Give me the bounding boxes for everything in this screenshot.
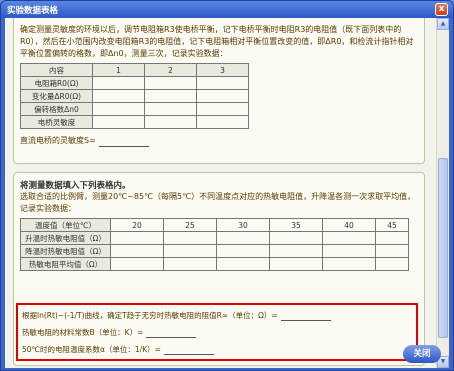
row-label: 热敏电阻平均值（Ω）: [20, 257, 111, 271]
input-cell[interactable]: [110, 244, 164, 258]
input-cell[interactable]: [196, 102, 249, 116]
input-cell[interactable]: [163, 244, 217, 258]
input-cell[interactable]: [144, 115, 197, 129]
input-cell[interactable]: [375, 231, 409, 245]
scroll-up-icon[interactable]: ▲: [437, 18, 449, 30]
table-header-cell: 25: [163, 218, 217, 232]
table-header-cell: 30: [216, 218, 270, 232]
sensitivity-panel: 确定测量灵敏度的环境以后，调节电阻箱R3使电桥平衡，记下电桥平衡时电阻R3的电阻…: [13, 18, 425, 164]
thermistor-instructions: 选取合适的比例臂，测量20℃~85℃（每隔5℃）不同温度点对应的热敏电阻值，升降…: [20, 192, 416, 213]
thermistor-table: 温度值（单位℃） 20 25 30 35 40 45 升温时热敏电阻值（Ω） 降…: [20, 218, 409, 271]
table-header-cell: 2: [144, 63, 197, 77]
material-constant-label: 热敏电阻的材料常数B（单位：K）=: [22, 328, 144, 337]
row-label: 变化量ΔR0(Ω): [20, 89, 93, 103]
title-bar[interactable]: 实验数据表格 x: [1, 1, 453, 18]
table-header-cell: 1: [92, 63, 145, 77]
results-box: 根据ln(Rt)~(-1/T)曲线，确定T趋于无穷时热敏电阻的阻值R∞（单位：Ω…: [16, 303, 418, 361]
client-area: 确定测量灵敏度的环境以后，调节电阻箱R3使电桥平衡，记下电桥平衡时电阻R3的电阻…: [5, 18, 449, 368]
input-cell[interactable]: [92, 76, 145, 90]
table-header-cell: 45: [375, 218, 409, 232]
input-cell[interactable]: [322, 231, 376, 245]
temp-coefficient-input[interactable]: [163, 346, 214, 355]
thermistor-panel: 将测量数据填入下列表格内。 选取合适的比例臂，测量20℃~85℃（每隔5℃）不同…: [13, 172, 425, 366]
sensitivity-instructions: 确定测量灵敏度的环境以后，调节电阻箱R3使电桥平衡，记下电桥平衡时电阻R3的电阻…: [20, 25, 414, 58]
input-cell[interactable]: [322, 257, 376, 271]
input-cell[interactable]: [269, 244, 323, 258]
row-label: 偏转格数Δn0: [20, 102, 93, 116]
input-cell[interactable]: [375, 257, 409, 271]
input-cell[interactable]: [163, 257, 217, 271]
dialog-window: 实验数据表格 x 确定测量灵敏度的环境以后，调节电阻箱R3使电桥平衡，记下电桥平…: [0, 0, 454, 371]
table-header-cell: 内容: [20, 63, 93, 77]
input-cell[interactable]: [110, 231, 164, 245]
input-cell[interactable]: [216, 231, 270, 245]
input-cell[interactable]: [163, 231, 217, 245]
r-infinity-input[interactable]: [280, 312, 331, 321]
row-label: 电阻箱R0(Ω): [20, 76, 93, 90]
input-cell[interactable]: [196, 89, 249, 103]
row-label: 升温时热敏电阻值（Ω）: [20, 231, 111, 245]
scroll-thumb[interactable]: [438, 158, 448, 338]
window-title: 实验数据表格: [7, 6, 59, 16]
input-cell[interactable]: [322, 244, 376, 258]
input-cell[interactable]: [216, 257, 270, 271]
input-cell[interactable]: [196, 76, 249, 90]
input-cell[interactable]: [110, 257, 164, 271]
close-button[interactable]: 关闭: [403, 345, 441, 363]
input-cell[interactable]: [92, 115, 145, 129]
table-header-cell: 40: [322, 218, 376, 232]
table-header-cell: 3: [196, 63, 249, 77]
input-cell[interactable]: [144, 102, 197, 116]
sensitivity-label: 直流电桥的灵敏度S=: [20, 136, 96, 145]
input-cell[interactable]: [144, 76, 197, 90]
input-cell[interactable]: [375, 244, 409, 258]
vertical-scrollbar[interactable]: ▲ ▼: [436, 18, 449, 368]
input-cell[interactable]: [196, 115, 249, 129]
table-header-cell: 温度值（单位℃）: [20, 218, 111, 232]
close-icon[interactable]: x: [435, 3, 448, 16]
table-header-cell: 20: [110, 218, 164, 232]
sensitivity-input[interactable]: [98, 138, 149, 147]
input-cell[interactable]: [92, 89, 145, 103]
input-cell[interactable]: [144, 89, 197, 103]
row-label: 降温时热敏电阻值（Ω）: [20, 244, 111, 258]
temp-coefficient-label: 50℃时的电阻温度系数α（单位：1/K）=: [22, 345, 161, 354]
table-header-cell: 35: [269, 218, 323, 232]
r-infinity-label: 根据ln(Rt)~(-1/T)曲线，确定T趋于无穷时热敏电阻的阻值R∞（单位：Ω…: [22, 311, 278, 320]
input-cell[interactable]: [269, 257, 323, 271]
section-title: 将测量数据填入下列表格内。: [20, 181, 131, 191]
scroll-content: 确定测量灵敏度的环境以后，调节电阻箱R3使电桥平衡，记下电桥平衡时电阻R3的电阻…: [5, 18, 436, 368]
input-cell[interactable]: [216, 244, 270, 258]
material-constant-input[interactable]: [146, 329, 197, 338]
input-cell[interactable]: [92, 102, 145, 116]
input-cell[interactable]: [269, 231, 323, 245]
sensitivity-table: 内容 1 2 3 电阻箱R0(Ω) 变化量ΔR0(Ω) 偏转格数Δn0 电桥灵敏…: [20, 63, 249, 129]
row-label: 电桥灵敏度: [20, 115, 93, 129]
